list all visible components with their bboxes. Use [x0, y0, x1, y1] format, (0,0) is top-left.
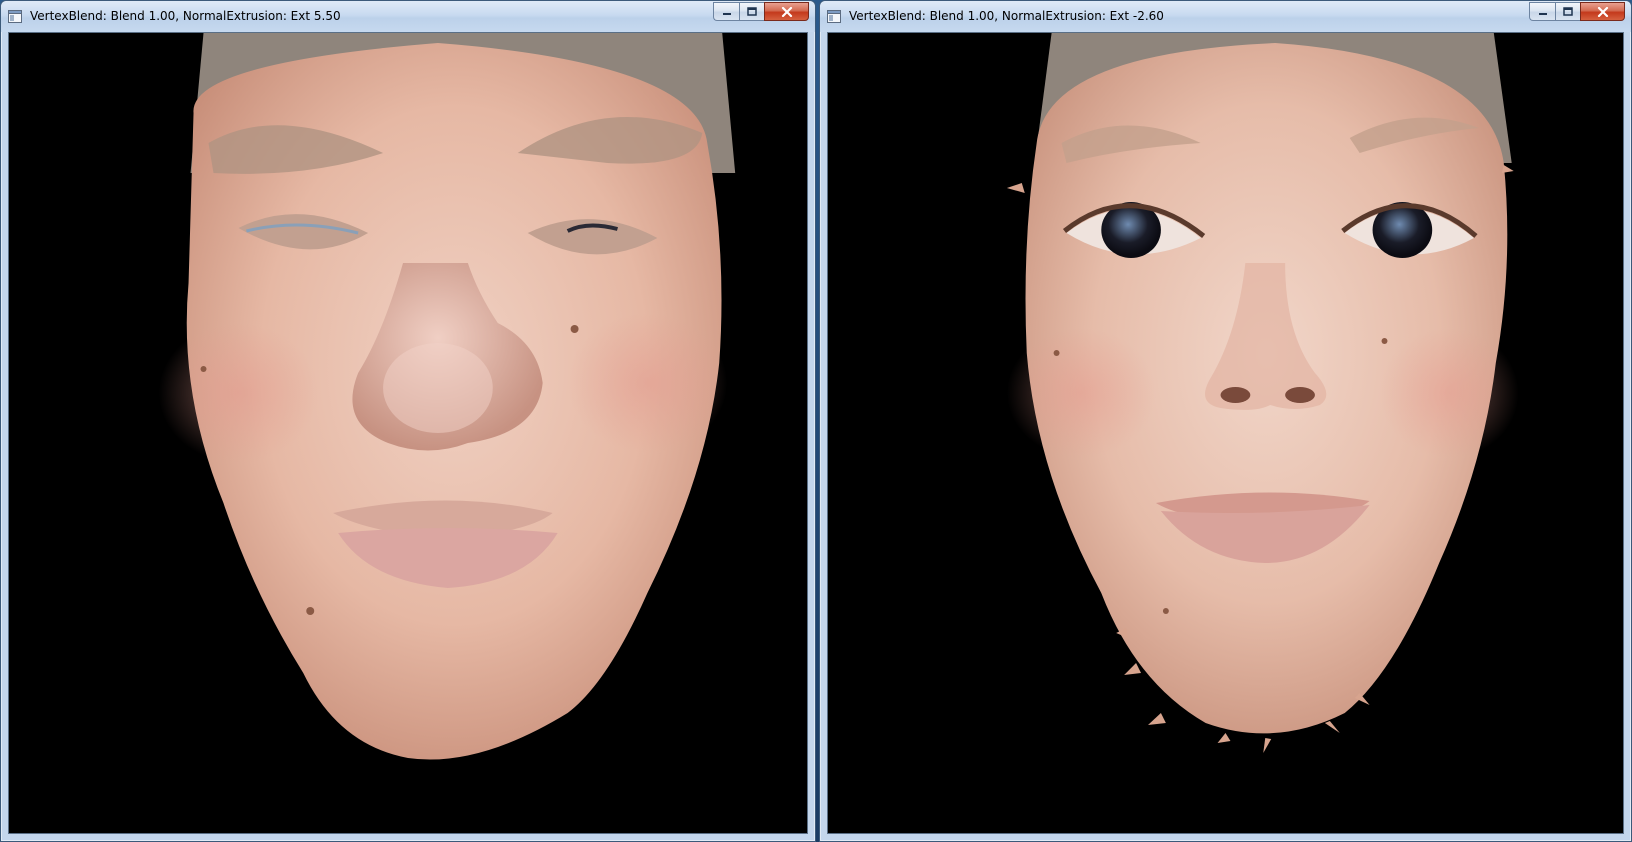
app-window-icon[interactable] — [8, 10, 22, 23]
close-icon — [1597, 6, 1608, 17]
face-render-compressed — [828, 33, 1623, 833]
minimize-icon — [1538, 12, 1547, 15]
caption-buttons — [1529, 2, 1625, 22]
render-viewport[interactable] — [8, 32, 808, 834]
window-title: VertexBlend: Blend 1.00, NormalExtrusion… — [849, 9, 1164, 23]
render-viewport[interactable] — [827, 32, 1624, 834]
maximize-icon — [747, 7, 757, 16]
title-bar[interactable]: VertexBlend: Blend 1.00, NormalExtrusion… — [820, 1, 1631, 32]
face-render-extruded — [9, 33, 807, 833]
maximize-button[interactable] — [1555, 2, 1580, 21]
minimize-button[interactable] — [1529, 2, 1555, 21]
vertexblend-window-compressed[interactable]: VertexBlend: Blend 1.00, NormalExtrusion… — [819, 0, 1632, 842]
close-icon — [781, 6, 792, 17]
app-window-icon[interactable] — [827, 10, 841, 23]
minimize-button[interactable] — [713, 2, 739, 21]
maximize-button[interactable] — [739, 2, 764, 21]
window-title: VertexBlend: Blend 1.00, NormalExtrusion… — [30, 9, 341, 23]
minimize-icon — [722, 12, 731, 15]
vertexblend-window-extruded[interactable]: VertexBlend: Blend 1.00, NormalExtrusion… — [0, 0, 816, 842]
title-bar[interactable]: VertexBlend: Blend 1.00, NormalExtrusion… — [1, 1, 815, 32]
maximize-icon — [1563, 7, 1573, 16]
close-button[interactable] — [764, 2, 809, 21]
caption-buttons — [713, 2, 809, 22]
close-button[interactable] — [1580, 2, 1625, 21]
